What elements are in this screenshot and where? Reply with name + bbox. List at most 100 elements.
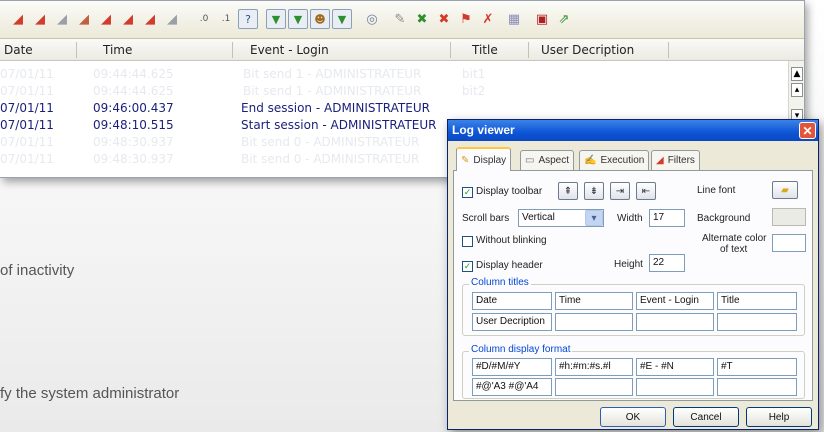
dialog-title-bar[interactable]: Log viewer ✕ [448,120,818,141]
alternate-text-color-swatch[interactable] [772,234,806,252]
toolbar-position-right-button[interactable]: ⇥ [610,182,630,200]
column-format-field[interactable] [717,378,797,396]
filter-all-icon[interactable]: ▼ [332,9,352,29]
excel-icon[interactable]: ▣ [532,9,552,29]
scroll-bars-value: Vertical [522,212,555,223]
eraser-gray-icon[interactable]: ◢ [162,9,182,29]
eraser-red-icon[interactable]: ◢ [30,9,50,29]
tab-execution[interactable]: ✍ Execution [579,150,650,170]
column-header-date[interactable]: Date [4,43,33,57]
chevron-down-icon[interactable]: ▾ [585,210,603,226]
body-text: of inactivity [0,262,75,279]
row-title: bit2 [462,84,486,98]
filter-user-icon[interactable]: ☻ [310,9,330,29]
row-date: 07/01/11 [0,84,54,98]
export-icon[interactable]: ⇗ [554,9,574,29]
eraser-red-icon[interactable]: ◢ [8,9,28,29]
tab-filters[interactable]: ◢ Filters [651,150,700,170]
column-title-field[interactable] [555,313,633,331]
column-divider[interactable] [232,42,233,58]
column-title-field[interactable] [717,313,797,331]
grid-icon[interactable]: ▦ [504,9,524,29]
eraser-icon[interactable]: ✗ [478,9,498,29]
close-button[interactable]: ✕ [799,122,816,139]
cross-icon[interactable]: ✖ [434,9,454,29]
column-title-field[interactable]: Title [717,292,797,310]
column-title-field[interactable]: Event - Login [636,292,714,310]
background-color-swatch[interactable] [772,208,806,226]
column-format-field[interactable]: #h:#m:#s.#l [555,358,633,376]
column-title-field[interactable]: Time [555,292,633,310]
row-time: 09:44:44.625 [93,67,174,81]
eraser-mixed-icon[interactable]: ◢ [74,9,94,29]
display-toolbar-checkbox[interactable]: ✓ [462,187,473,198]
row-time: 09:48:30.937 [93,152,174,166]
tab-label: Aspect [538,155,570,166]
column-title-field[interactable]: Date [472,292,552,310]
eraser-red-icon[interactable]: ◢ [118,9,138,29]
column-header-time[interactable]: Time [103,43,132,57]
cross-icon[interactable]: ✖ [412,9,432,29]
flag-icon[interactable]: ⚑ [456,9,476,29]
column-titles-label: Column titles [469,277,531,288]
eraser-red-icon[interactable]: ◢ [140,9,160,29]
row-event: Bit send 0 - ADMINISTRATEUR [241,135,420,149]
tab-display[interactable]: ✎ Display [456,147,512,171]
scroll-to-top-button[interactable]: ▲ [791,67,803,81]
brush-icon: ✍ [584,155,597,166]
display-toolbar-label: Display toolbar [476,186,543,197]
width-field[interactable]: 17 [649,209,685,227]
without-blinking-checkbox[interactable] [462,236,473,247]
column-header-event[interactable]: Event - Login [250,43,329,57]
filter-date-icon[interactable]: ▼ [288,9,308,29]
settings-icon[interactable]: ✎ [390,9,410,29]
filter-icon[interactable]: ▼ [266,9,286,29]
target-icon[interactable]: ◎ [362,9,382,29]
zero-zero-icon[interactable]: .0 [194,9,214,29]
log-toolbar: ◢ ◢ ◢ ◢ ◢ ◢ ◢ ◢ .0 .1 ? ▼ ▼ ☻ ▼ ◎ ✎ ✖ ✖ … [0,1,804,39]
help-icon[interactable]: ? [238,9,258,29]
column-format-field[interactable] [555,378,633,396]
log-viewer-dialog: Log viewer ✕ ✎ Display ▭ Aspect ✍ Execut… [447,119,819,430]
help-button[interactable]: Help [746,407,812,427]
table-row[interactable]: 07/01/11 09:44:44.625 Bit send 1 - ADMIN… [0,66,804,83]
toolbar-position-top-button[interactable]: ⇞ [558,182,578,200]
toolbar-position-bottom-button[interactable]: ⇟ [584,182,604,200]
display-header-label: Display header [476,260,543,271]
column-title-field[interactable] [636,313,714,331]
column-format-field[interactable]: #E - #N [636,358,714,376]
height-field[interactable]: 22 [649,254,685,272]
font-picker-button[interactable]: ▰ [772,181,798,199]
column-divider[interactable] [450,42,451,58]
eraser-red-icon[interactable]: ◢ [96,9,116,29]
scroll-up-button[interactable]: ▴ [791,83,803,97]
column-format-value: #T [721,361,733,372]
folder-icon: ▰ [781,184,789,196]
column-divider[interactable] [528,42,529,58]
column-format-field[interactable]: #T [717,358,797,376]
eraser-icon: ◢ [656,155,664,166]
column-title-field[interactable]: User Decription [472,313,552,331]
column-format-field[interactable]: #@'A3 #@'A4 [472,378,552,396]
height-value: 22 [653,257,665,268]
table-row[interactable]: 07/01/11 09:44:44.625 Bit send 1 - ADMIN… [0,83,804,100]
eraser-gray-icon[interactable]: ◢ [52,9,72,29]
column-header-user-description[interactable]: User Decription [541,43,634,57]
row-event: Start session - ADMINISTRATEUR [241,118,437,132]
tab-label: Filters [667,155,695,166]
column-divider[interactable] [76,42,77,58]
toolbar-position-left-button[interactable]: ⇤ [636,182,656,200]
column-format-field[interactable]: #D/#M/#Y [472,358,552,376]
without-blinking-label: Without blinking [476,235,547,246]
display-header-checkbox[interactable]: ✓ [462,261,473,272]
tab-aspect[interactable]: ▭ Aspect [520,150,575,170]
column-format-field[interactable] [636,378,714,396]
column-header-title[interactable]: Title [472,43,498,57]
one-zero-icon[interactable]: .1 [216,9,236,29]
column-divider[interactable] [668,42,669,58]
width-label: Width [617,213,643,224]
cancel-button[interactable]: Cancel [673,407,739,427]
ok-button[interactable]: OK [600,407,666,427]
alternate-color-label: of text [720,244,748,255]
table-row[interactable]: 07/01/11 09:46:00.437 End session - ADMI… [0,100,804,117]
